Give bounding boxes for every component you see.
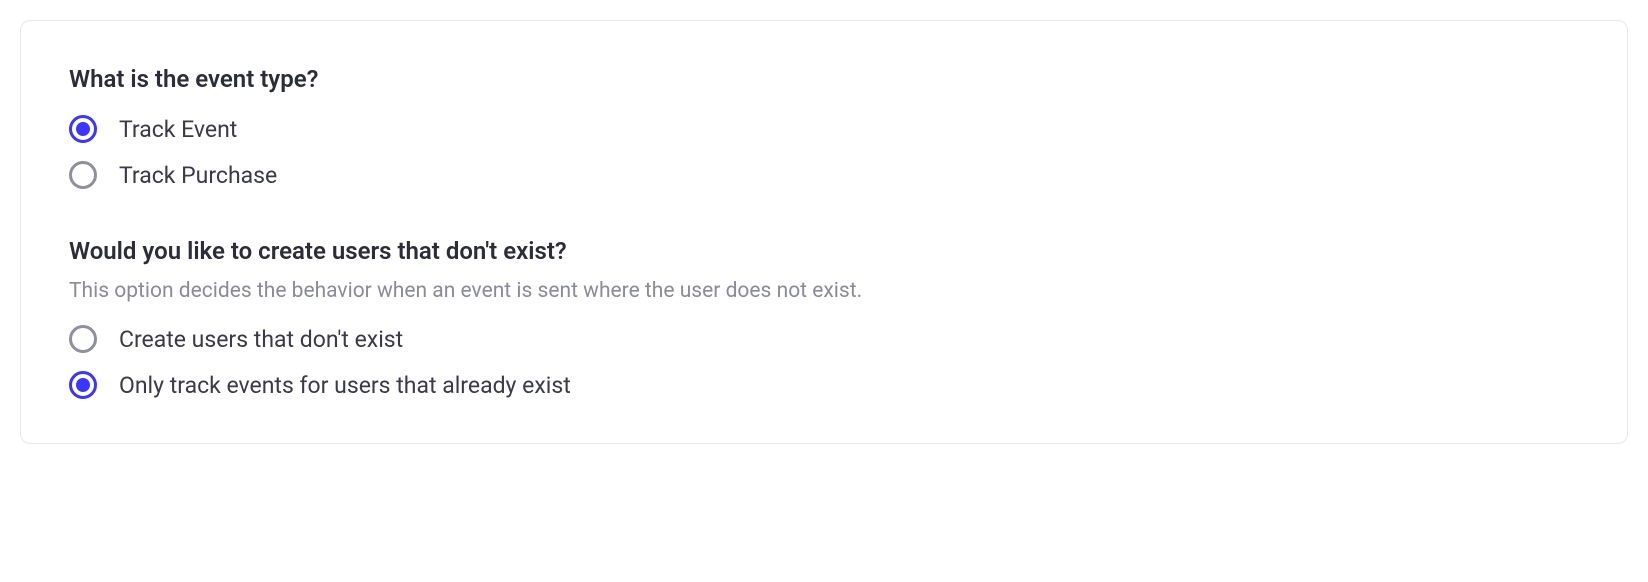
radio-label: Only track events for users that already… — [119, 372, 571, 399]
radio-create-users[interactable]: Create users that don't exist — [69, 325, 1579, 353]
event-type-question: What is the event type? — [69, 65, 1579, 93]
create-users-helper: This option decides the behavior when an… — [69, 279, 1579, 303]
radio-only-existing-users[interactable]: Only track events for users that already… — [69, 371, 1579, 399]
radio-label: Track Event — [119, 116, 237, 143]
radio-label: Track Purchase — [119, 162, 277, 189]
radio-track-event[interactable]: Track Event — [69, 115, 1579, 143]
radio-label: Create users that don't exist — [119, 326, 403, 353]
radio-track-purchase[interactable]: Track Purchase — [69, 161, 1579, 189]
radio-icon — [69, 115, 97, 143]
create-users-question: Would you like to create users that don'… — [69, 237, 1579, 265]
section-gap — [69, 225, 1579, 237]
radio-icon — [69, 371, 97, 399]
radio-icon — [69, 325, 97, 353]
create-users-section: Would you like to create users that don'… — [69, 237, 1579, 399]
radio-icon — [69, 161, 97, 189]
settings-card: What is the event type? Track Event Trac… — [20, 20, 1628, 444]
event-type-section: What is the event type? Track Event Trac… — [69, 65, 1579, 189]
